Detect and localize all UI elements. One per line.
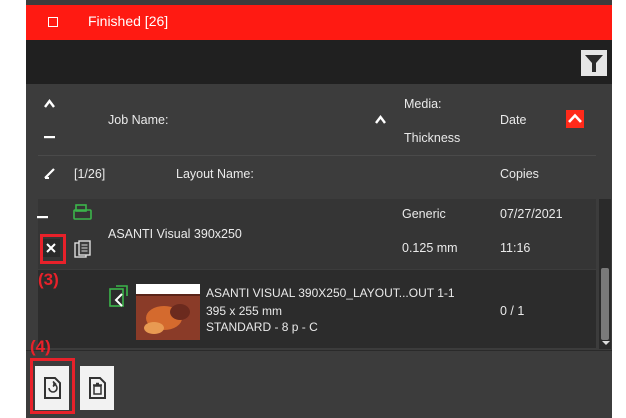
scroll-down-icon[interactable] bbox=[601, 340, 611, 346]
minus-icon[interactable] bbox=[43, 130, 56, 143]
header-divider bbox=[38, 155, 596, 156]
job-collapse-icon[interactable] bbox=[36, 210, 49, 223]
layout-copies: 0 / 1 bbox=[500, 304, 525, 318]
layout-mode: STANDARD - 8 p - C bbox=[206, 320, 318, 334]
layout-size: 395 x 255 mm bbox=[206, 304, 283, 318]
trash-icon bbox=[89, 377, 106, 399]
thickness-header[interactable]: Thickness bbox=[404, 131, 460, 145]
collapse-checkbox[interactable] bbox=[48, 17, 58, 27]
job-name: ASANTI Visual 390x250 bbox=[108, 227, 242, 241]
layout-name-header[interactable]: Layout Name: bbox=[176, 167, 254, 181]
select-check-icon[interactable] bbox=[43, 167, 56, 180]
annotation-label-3: (3) bbox=[38, 270, 59, 289]
filter-strip bbox=[26, 40, 612, 84]
job-thickness: 0.125 mm bbox=[402, 241, 458, 255]
layout-thumbnail bbox=[136, 284, 200, 340]
finished-title: Finished [26] bbox=[88, 13, 169, 29]
date-sort-button[interactable] bbox=[566, 110, 584, 128]
selection-count: [1/26] bbox=[74, 167, 106, 181]
media-sort-icon[interactable] bbox=[374, 113, 387, 126]
layout-printed-icon bbox=[109, 285, 128, 307]
annotation-box-4 bbox=[30, 358, 75, 414]
delete-job-button[interactable] bbox=[80, 366, 114, 410]
date-header[interactable]: Date bbox=[500, 113, 526, 127]
printed-icon bbox=[73, 204, 92, 220]
job-date: 07/27/2021 bbox=[500, 207, 563, 221]
annotation-box-3 bbox=[40, 234, 66, 264]
scrollbar-thumb[interactable] bbox=[601, 268, 609, 340]
filter-button[interactable] bbox=[581, 50, 607, 76]
column-header bbox=[26, 84, 612, 199]
sort-up-icon bbox=[568, 113, 582, 123]
media-header[interactable]: Media: bbox=[404, 97, 442, 111]
layout-name: ASANTI VISUAL 390X250_LAYOUT...OUT 1-1 bbox=[206, 286, 455, 300]
filter-icon bbox=[585, 55, 603, 72]
job-time: 11:16 bbox=[500, 241, 531, 255]
job-name-header[interactable]: Job Name: bbox=[108, 113, 168, 127]
annotation-label-4: (4) bbox=[30, 337, 51, 356]
finished-jobs-panel: Finished [26] Job Name: Media: Thickness… bbox=[26, 0, 612, 418]
job-media: Generic bbox=[402, 207, 446, 221]
copies-header[interactable]: Copies bbox=[500, 167, 539, 181]
document-stack-icon bbox=[74, 240, 91, 258]
finished-header[interactable]: Finished [26] bbox=[26, 5, 612, 40]
collapse-all-icon[interactable] bbox=[43, 97, 56, 110]
